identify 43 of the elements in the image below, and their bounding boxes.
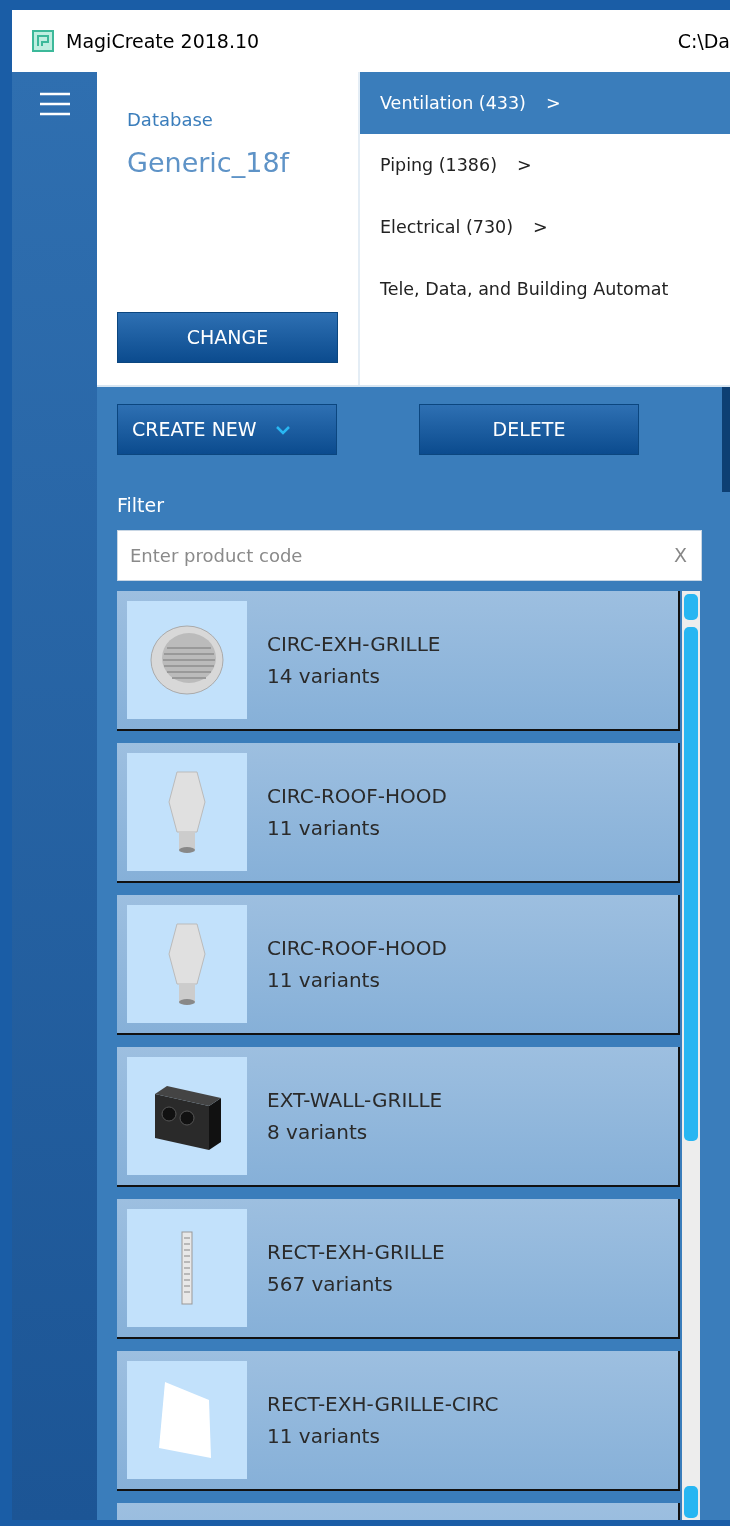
database-label: Database — [127, 108, 214, 132]
chevron-icon: > — [533, 213, 548, 241]
chevron-icon: > — [516, 151, 532, 179]
filter-field[interactable]: Enter product code X — [117, 529, 702, 581]
product-card[interactable]: CIRC-EXH-GRILLE 14 variants — [117, 590, 680, 731]
file-path: C:\Da — [677, 28, 730, 54]
category-item[interactable]: Electrical (730) > — [360, 196, 730, 258]
delete-button[interactable]: DELETE — [419, 404, 639, 455]
category-item[interactable]: Tele, Data, and Building Automat — [360, 258, 730, 320]
variant-count: 11 variants — [267, 814, 381, 842]
scrollbar[interactable] — [682, 590, 700, 1520]
product-name: CIRC-ROOF-HOOD — [267, 782, 447, 810]
category-label: Electrical (730) — [380, 215, 514, 239]
product-card[interactable]: CIRC-ROOF-HOOD 11 variants — [117, 894, 680, 1035]
variant-count: 14 variants — [267, 662, 381, 690]
product-name: RECT-EXH-GRILLE-CIRC — [267, 1390, 499, 1418]
product-name: CIRC-ROOF-HOOD — [267, 934, 447, 962]
category-label: Ventilation (433) — [380, 91, 526, 115]
product-name: RECT-EXH-GRILLE — [267, 1238, 445, 1266]
filter-label: Filter — [117, 493, 166, 518]
category-item[interactable]: Ventilation (433) > — [360, 72, 730, 134]
chevron-icon: > — [545, 89, 561, 117]
database-name: Generic_18f — [127, 146, 291, 180]
product-card[interactable]: EXT-WALL-GRILLE 8 variants — [117, 1046, 680, 1187]
create-new-button[interactable]: CREATE NEW — [117, 404, 337, 455]
change-button[interactable]: CHANGE — [117, 312, 338, 363]
variant-count: 567 variants — [267, 1270, 394, 1298]
variant-count: 8 variants — [267, 1118, 369, 1146]
product-name: CIRC-EXH-GRILLE — [267, 630, 441, 658]
product-name: EXT-WALL-GRILLE — [267, 1086, 443, 1114]
product-card[interactable]: CIRC-ROOF-HOOD 11 variants — [117, 742, 680, 883]
caret-icon — [274, 424, 291, 435]
category-label: Piping (1386) — [380, 153, 497, 177]
app-logo-icon — [32, 30, 54, 52]
variant-count: 11 variants — [267, 966, 381, 994]
menu-icon[interactable] — [39, 92, 70, 116]
variant-count: 11 variants — [267, 1422, 381, 1450]
product-card[interactable]: RECT-EXH-GRILLE-CIRC 11 variants — [117, 1350, 680, 1491]
clear-button[interactable]: X — [673, 540, 687, 570]
category-label: Tele, Data, and Building Automat — [380, 277, 669, 301]
category-item[interactable]: Piping (1386) > — [360, 134, 730, 196]
product-card[interactable]: RECT-EXH-GRILLE 567 variants — [117, 1198, 680, 1339]
window-title: MagiCreate 2018.10 — [66, 28, 260, 54]
